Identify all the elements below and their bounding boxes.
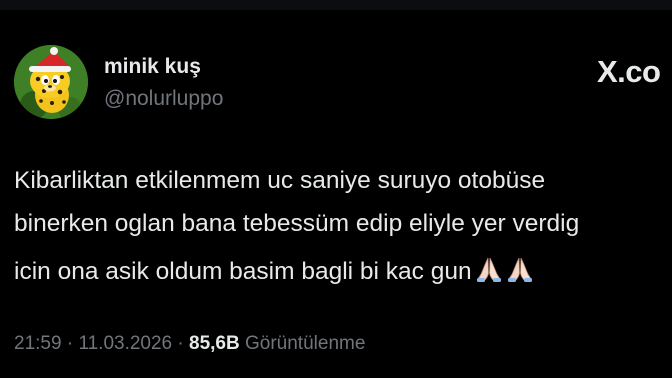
tweet-time[interactable]: 21:59 (14, 333, 62, 354)
meta-separator: · (66, 333, 74, 354)
folded-hands-icon (475, 255, 503, 289)
author-display-name[interactable]: minik kuş (104, 55, 201, 79)
tweet-date[interactable]: 11.03.2026 (78, 333, 172, 354)
x-logo-icon: X.co (597, 54, 661, 89)
top-edge-strip (0, 0, 672, 10)
tweet-text-segment: icin ona asik oldum basim bagli bi kac g… (14, 258, 472, 285)
tweet-text-line: binerken oglan bana tebessüm edip eliyle… (14, 210, 580, 237)
avatar[interactable] (14, 45, 88, 119)
views-count: 85,6B (189, 333, 240, 354)
tweet-text-line: Kibarliktan etkilenmem uc saniye suruyo … (14, 167, 546, 194)
tweet-text-line-with-emojis: icin ona asik oldum basim bagli bi kac g… (14, 255, 534, 289)
views-label: Görüntülenme (245, 333, 366, 354)
author-handle[interactable]: @nolurluppo (104, 87, 223, 111)
folded-hands-icon (506, 255, 534, 289)
tweet-meta: 21:59 · 11.03.2026 · 85,6B Görüntülenme (14, 333, 365, 355)
meta-separator: · (177, 333, 184, 354)
cartoon-leopard-avatar-icon (14, 45, 88, 119)
